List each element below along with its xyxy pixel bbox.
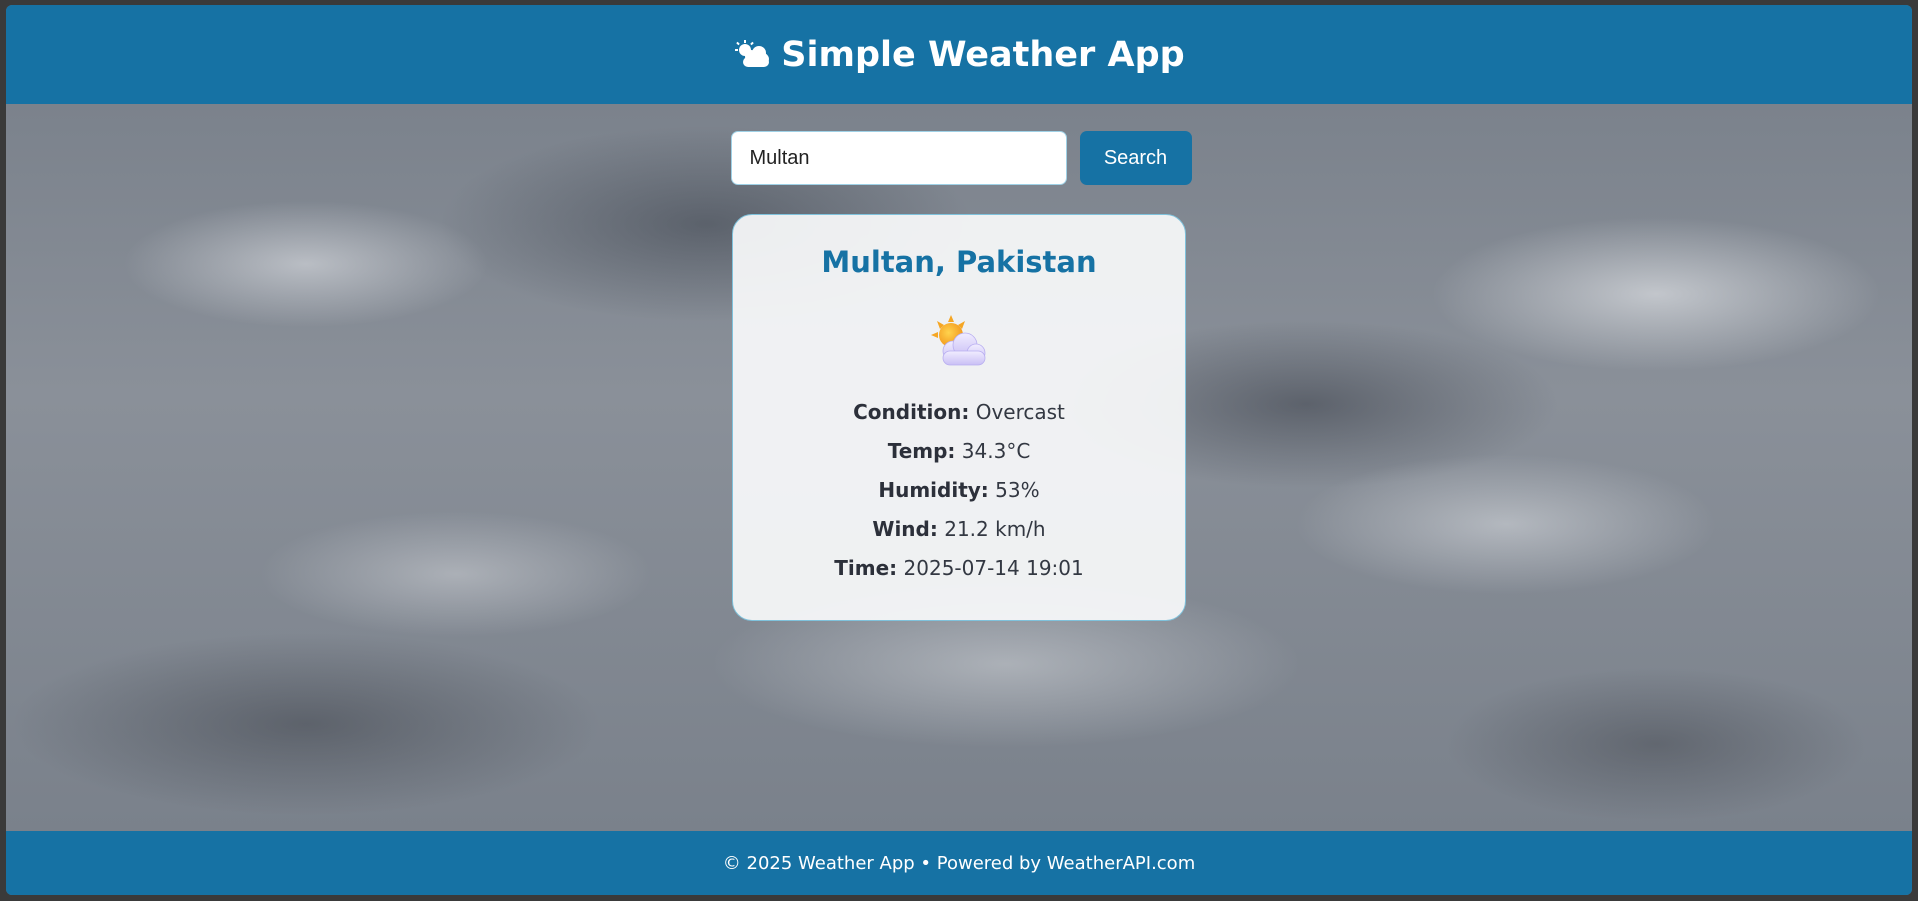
condition-value: Overcast (975, 400, 1065, 424)
time-label: Time: (834, 556, 898, 580)
sun-behind-cloud-icon (931, 315, 986, 366)
condition-row: Condition: Overcast (733, 393, 1185, 432)
app-title: Simple Weather App (781, 34, 1185, 75)
app-footer: © 2025 Weather App • Powered by WeatherA… (6, 831, 1912, 895)
time-row: Time: 2025-07-14 19:01 (733, 549, 1185, 588)
wind-label: Wind: (872, 517, 938, 541)
city-search-input[interactable] (730, 131, 1067, 185)
header-title-group: Simple Weather App (733, 34, 1185, 75)
weather-card: Multan, Pakistan Condition: Overcast Tem… (732, 214, 1186, 621)
search-button[interactable]: Search (1079, 131, 1192, 185)
humidity-value: 53% (995, 478, 1040, 502)
humidity-label: Humidity: (878, 478, 989, 502)
location-title: Multan, Pakistan (821, 245, 1097, 279)
app-window: Simple Weather App Search Multan, Pakist… (6, 5, 1912, 895)
condition-label: Condition: (853, 400, 970, 424)
temp-label: Temp: (887, 439, 956, 463)
wind-value: 21.2 km/h (944, 517, 1046, 541)
humidity-row: Humidity: 53% (733, 471, 1185, 510)
footer-text: © 2025 Weather App • Powered by WeatherA… (722, 852, 1196, 874)
sun-behind-cloud-icon (735, 39, 770, 67)
app-header: Simple Weather App (6, 5, 1912, 104)
wind-row: Wind: 21.2 km/h (733, 510, 1185, 549)
weather-details: Condition: Overcast Temp: 34.3°C Humidit… (733, 393, 1185, 588)
temp-row: Temp: 34.3°C (733, 432, 1185, 471)
search-bar: Search (6, 131, 1912, 185)
temp-value: 34.3°C (961, 439, 1031, 463)
time-value: 2025-07-14 19:01 (903, 556, 1084, 580)
